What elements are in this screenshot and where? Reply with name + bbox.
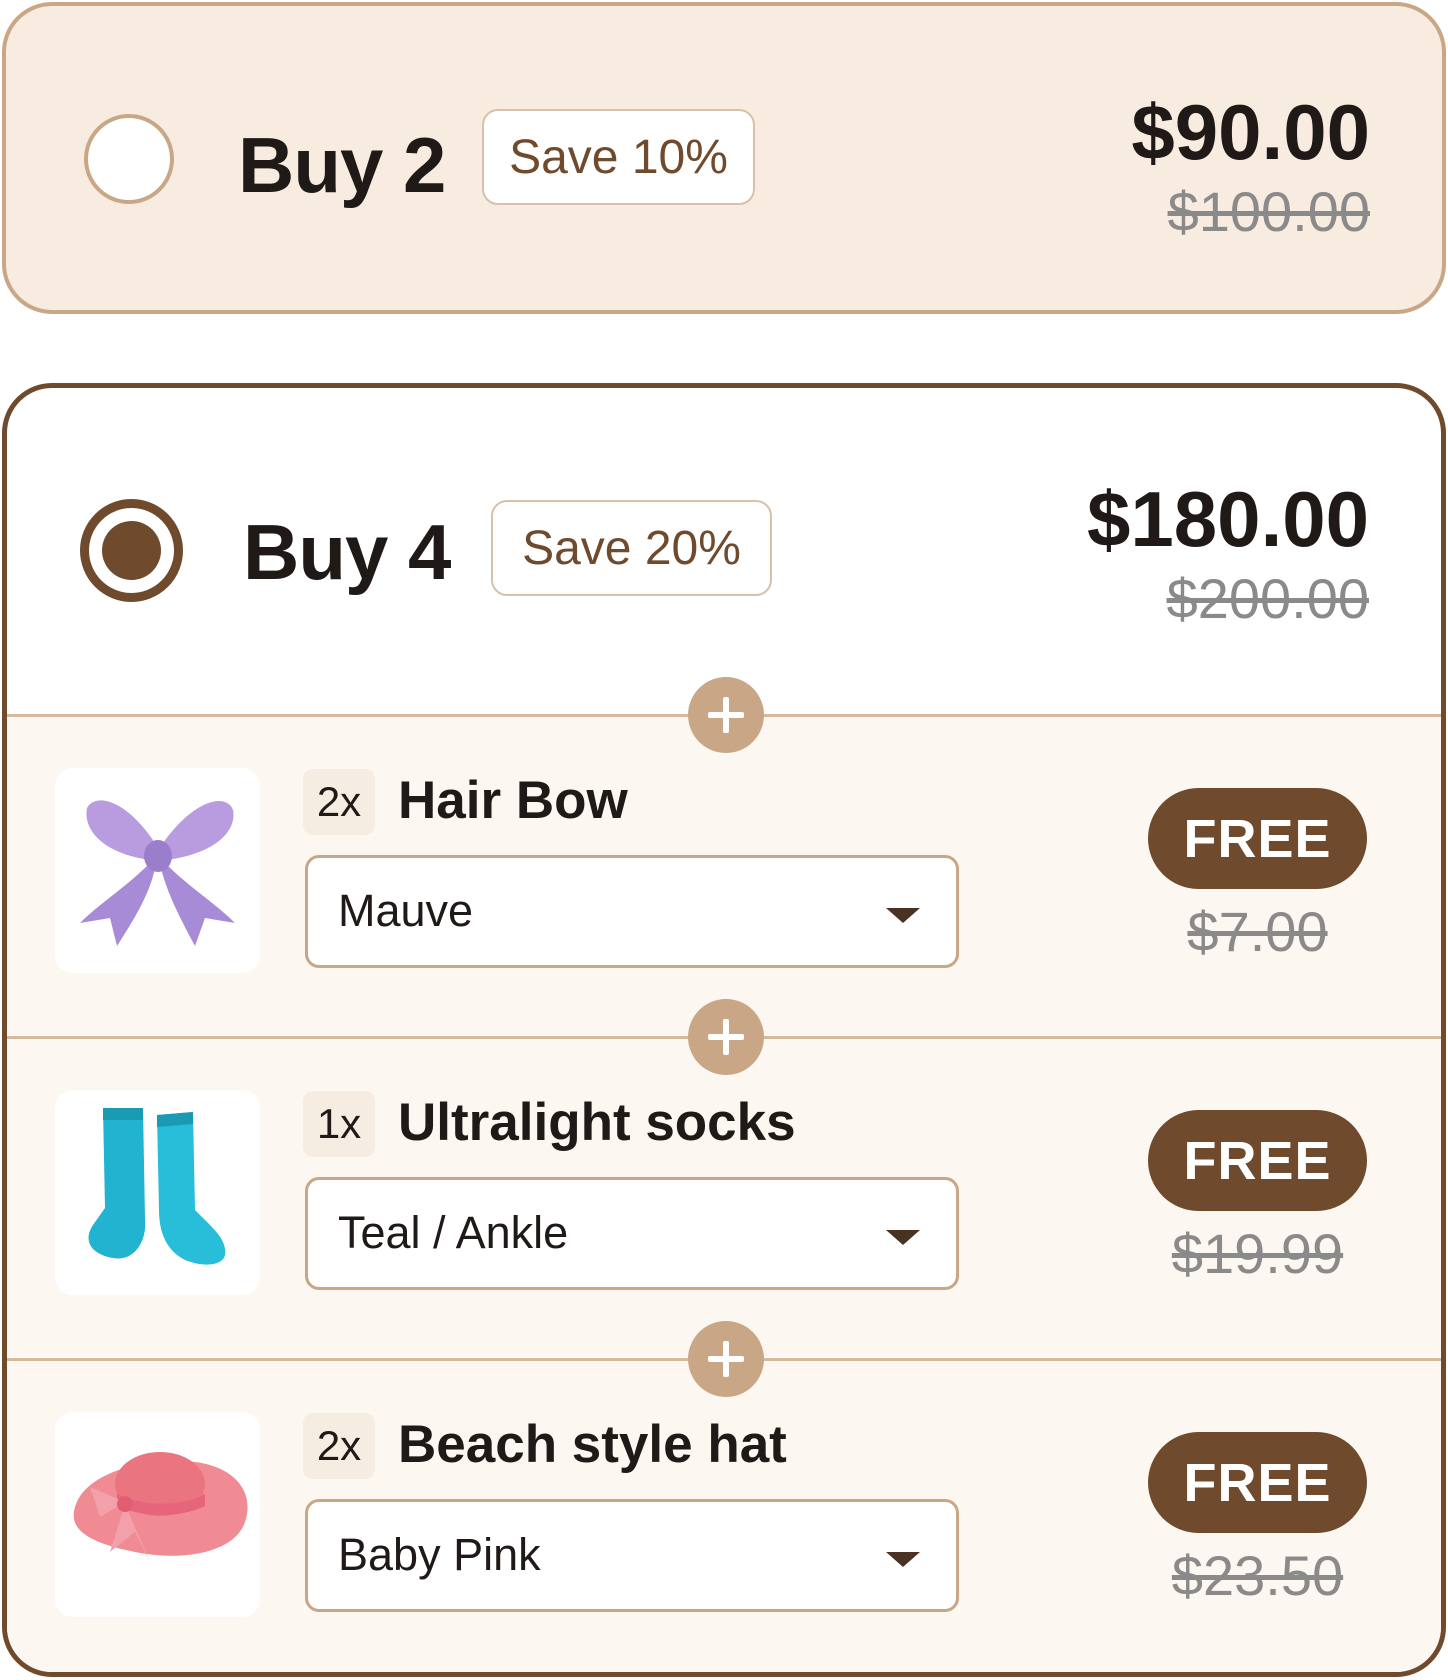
free-badge: FREE [1148,1110,1367,1211]
item-quantity: 2x [303,769,375,835]
save-badge: Save 10% [482,109,755,205]
caret-down-icon [886,908,920,923]
item-compare-price: $7.00 [1187,900,1328,963]
bundle-title: Buy 4 [243,508,451,596]
radio-unselected[interactable] [84,114,174,204]
variant-value: Mauve [338,885,474,936]
bundle-compare-price: $200.00 [1166,567,1369,630]
bundle-price: $90.00 [1131,88,1370,176]
item-quantity: 2x [303,1413,375,1479]
variant-value: Teal / Ankle [338,1207,569,1258]
bundle-price: $180.00 [1087,475,1369,563]
bundle-item: 2x Hair Bow Mauve FREE $7.00 [7,716,1441,1035]
plus-icon [688,999,764,1075]
save-badge: Save 20% [491,500,772,596]
variant-value: Baby Pink [338,1529,541,1580]
hair-bow-image [55,768,260,973]
item-quantity: 1x [303,1091,375,1157]
free-badge: FREE [1148,788,1367,889]
variant-select[interactable]: Teal / Ankle [305,1177,959,1290]
bundle-option-buy-2[interactable]: Buy 2 Save 10% $90.00 $100.00 [2,2,1446,314]
beach-hat-image [55,1412,260,1617]
bundle-compare-price: $100.00 [1167,180,1370,243]
socks-image [55,1090,260,1295]
plus-icon [688,677,764,753]
item-compare-price: $19.99 [1171,1222,1344,1285]
bundle-title: Buy 2 [238,121,446,209]
radio-selected[interactable] [80,499,183,602]
caret-down-icon [886,1552,920,1567]
item-compare-price: $23.50 [1171,1544,1344,1607]
item-name: Hair Bow [398,771,628,830]
item-name: Beach style hat [398,1415,787,1474]
variant-select[interactable]: Baby Pink [305,1499,959,1612]
bundle-item: 2x Beach style hat Baby Pink FREE $23.50 [7,1360,1441,1672]
variant-select[interactable]: Mauve [305,855,959,968]
item-name: Ultralight socks [398,1093,796,1152]
caret-down-icon [886,1230,920,1245]
bundle-option-buy-4[interactable]: Buy 4 Save 20% $180.00 $200.00 2x Hair B… [2,383,1446,1677]
plus-icon [688,1321,764,1397]
free-badge: FREE [1148,1432,1367,1533]
bundle-item: 1x Ultralight socks Teal / Ankle FREE $1… [7,1038,1441,1357]
radio-dot [102,521,161,580]
